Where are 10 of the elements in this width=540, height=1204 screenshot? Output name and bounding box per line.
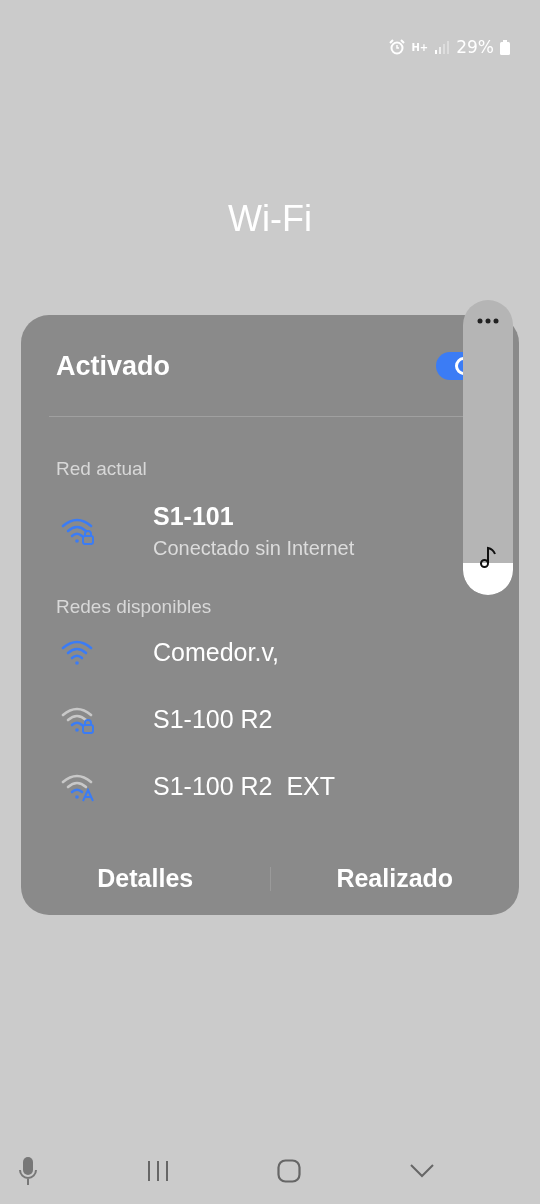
network-status: Conectado sin Internet bbox=[153, 537, 355, 560]
section-header: Red actual bbox=[55, 457, 148, 481]
wifi-status-label: Activado bbox=[56, 350, 171, 382]
section-header: Redes disponibles bbox=[55, 595, 213, 619]
done-button[interactable]: Realizado bbox=[270, 856, 519, 901]
details-button[interactable]: Detalles bbox=[21, 856, 270, 901]
network-name[interactable]: S1-100 R2 EXT bbox=[153, 772, 336, 801]
network-name[interactable]: Comedor.v, bbox=[153, 638, 279, 667]
network-name[interactable]: S1-101 bbox=[153, 502, 234, 531]
network-name[interactable]: S1-100 R2 bbox=[153, 705, 273, 734]
